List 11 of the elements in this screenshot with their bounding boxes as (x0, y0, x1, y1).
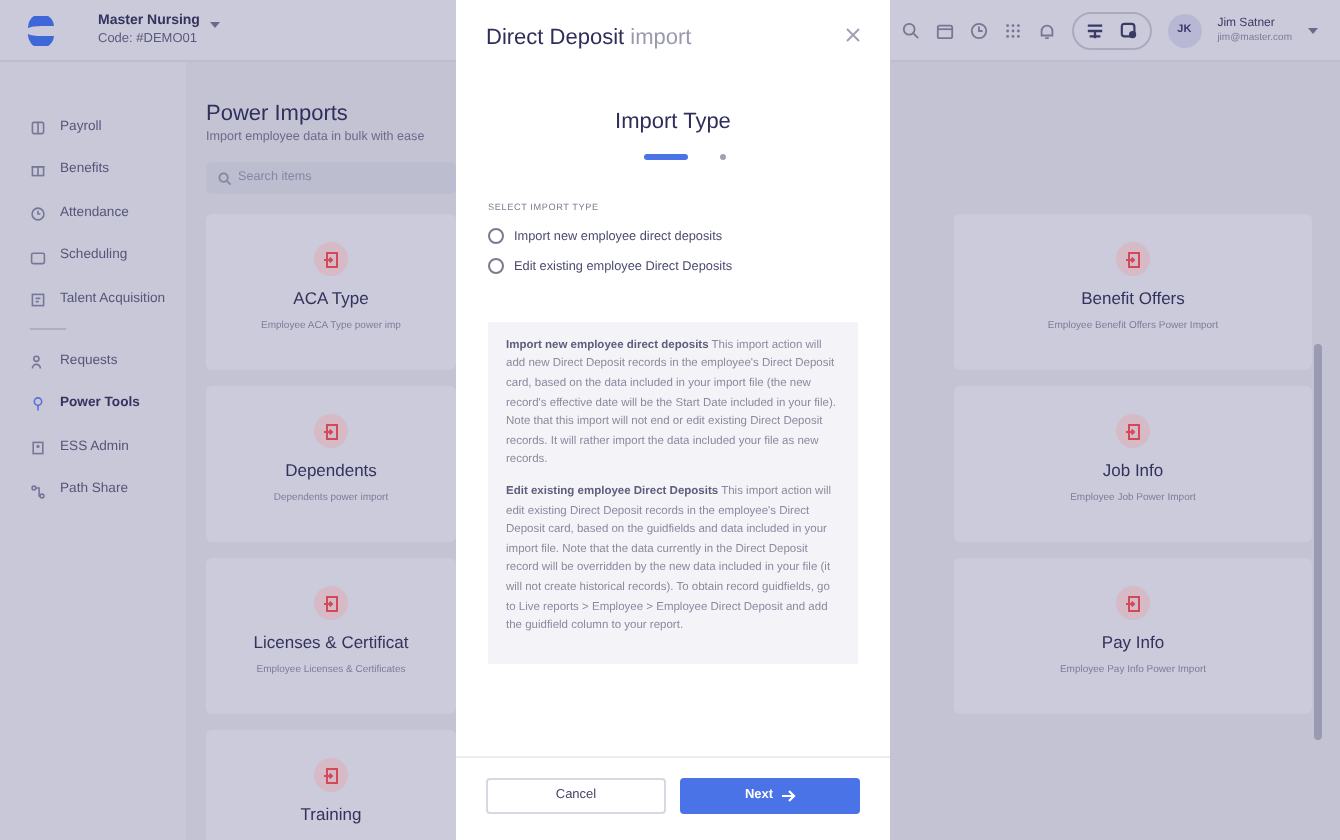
card-title: Benefit Offers (1081, 286, 1185, 312)
import-card[interactable]: Training (206, 730, 456, 840)
dialog-title: Direct Deposit import (486, 24, 692, 54)
card-title: Job Info (1102, 458, 1164, 484)
card-title: ACA Type (293, 286, 369, 312)
card-title: Dependents (285, 458, 377, 484)
card-title: Pay Info (1101, 630, 1165, 656)
card-title: Training (300, 802, 362, 828)
step-title: Import Type (613, 107, 733, 137)
page-title: Power Imports (206, 102, 348, 128)
card-title: Licenses & Certificat (253, 630, 409, 656)
